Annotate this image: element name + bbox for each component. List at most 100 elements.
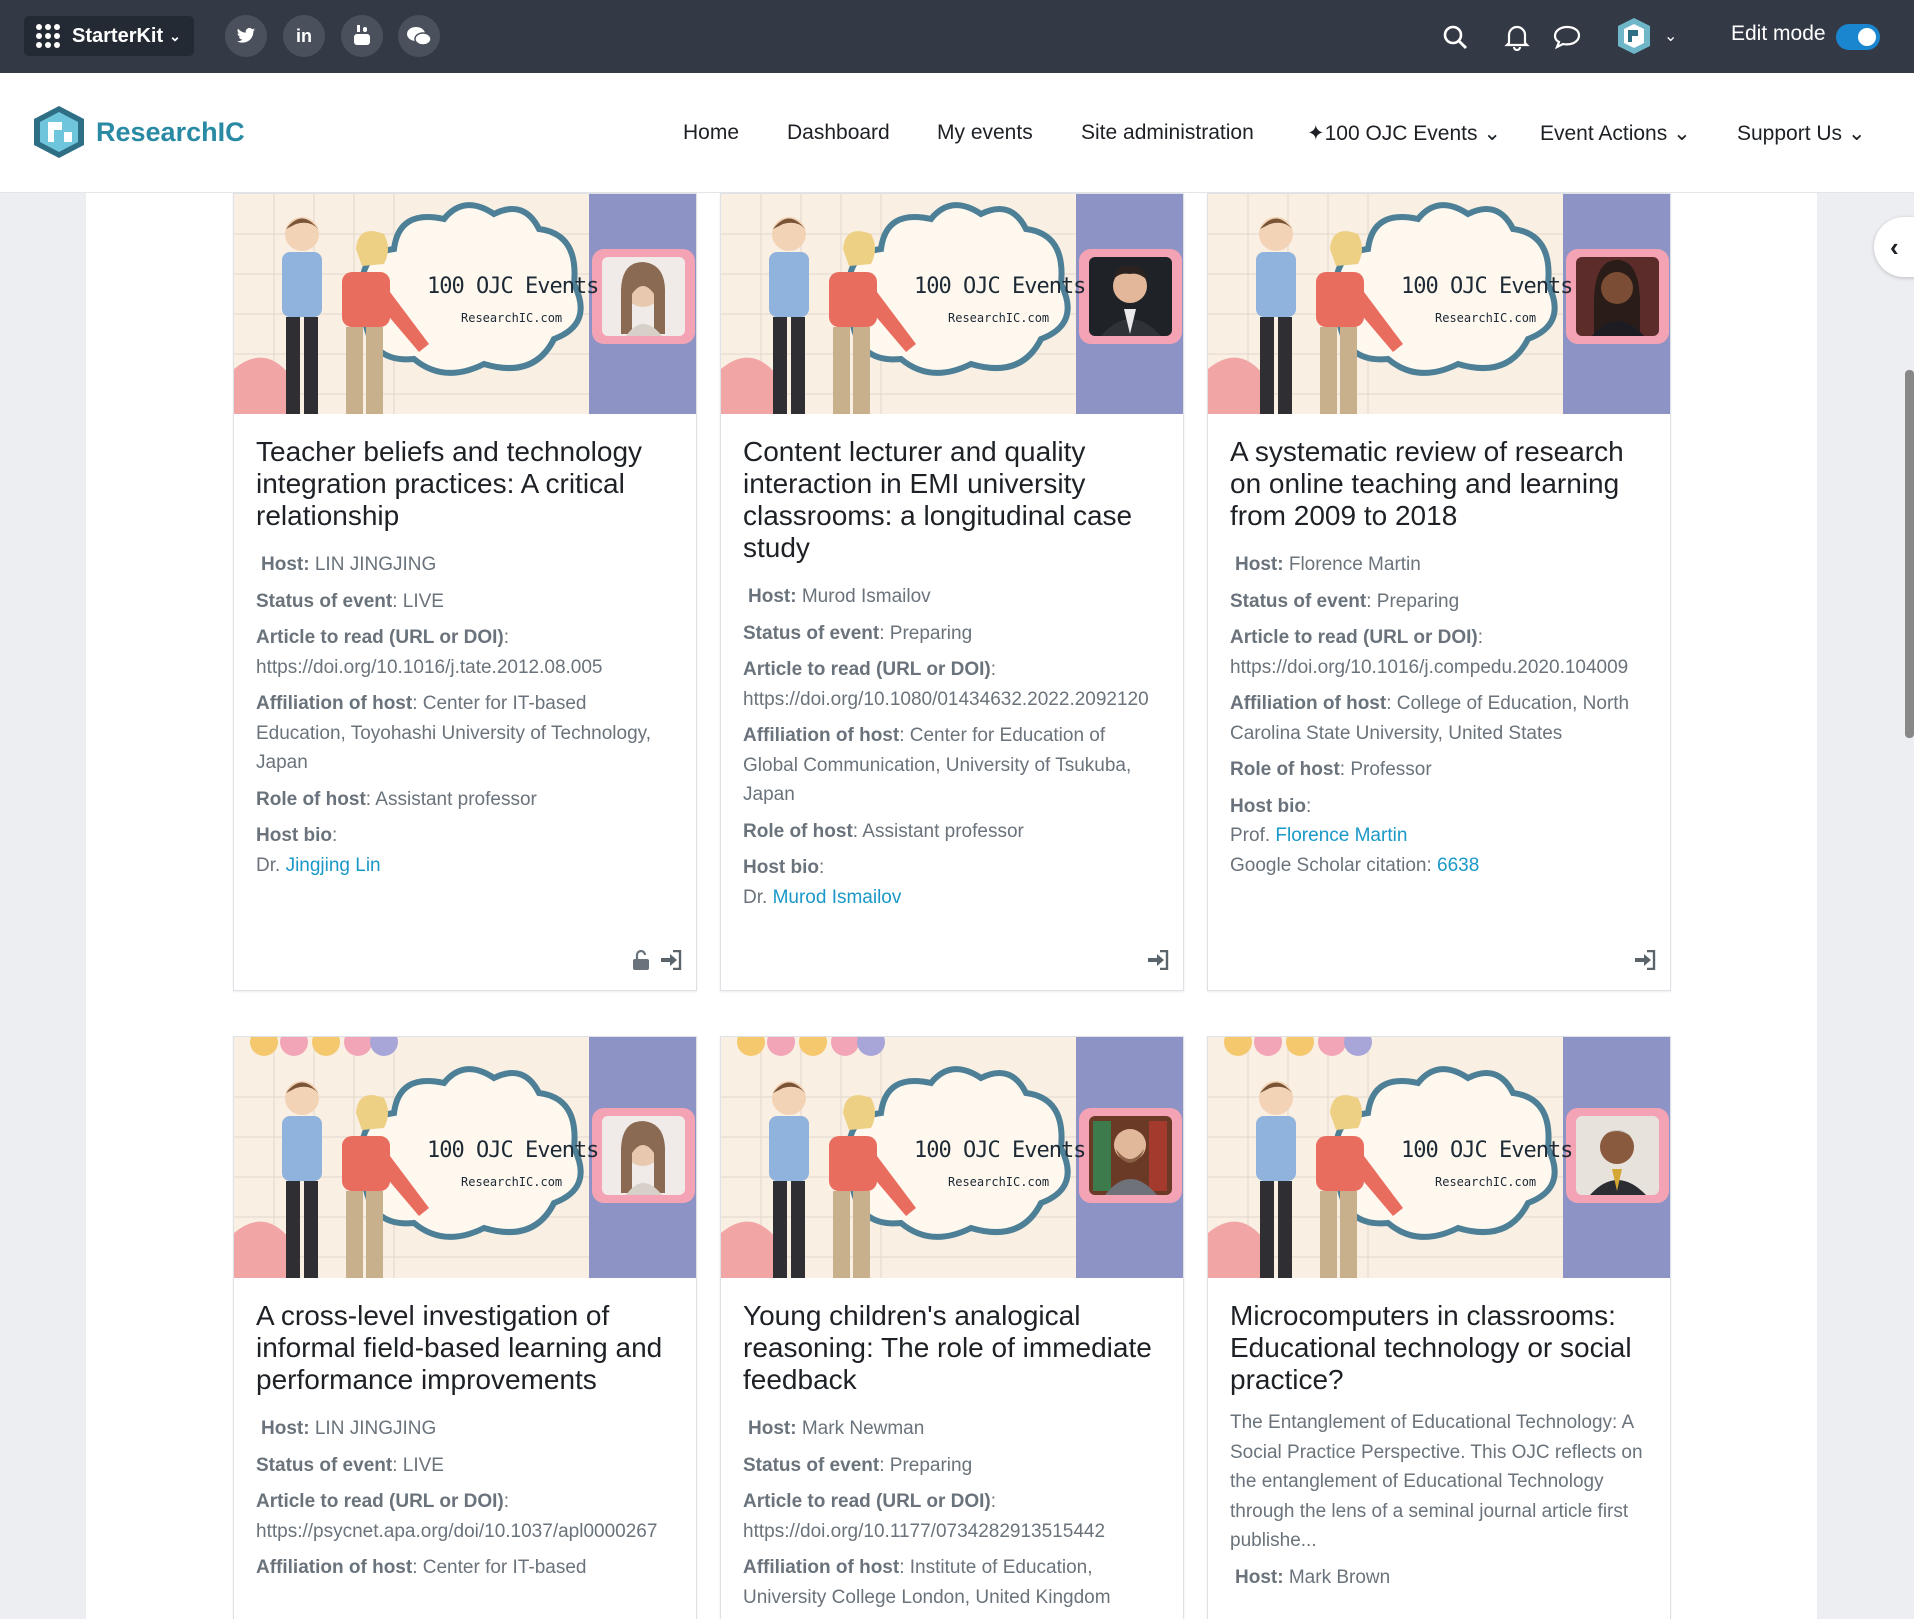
- affiliation-label: Affiliation of host: [1230, 693, 1387, 714]
- event-banner-image: 100 OJC Events ResearchIC.com: [234, 1037, 696, 1278]
- event-status: Status of event: Preparing: [1230, 587, 1648, 617]
- event-banner-title: 100 OJC Events: [914, 274, 1086, 299]
- unlock-icon[interactable]: [632, 950, 650, 970]
- nav-site-administration[interactable]: Site administration: [1081, 121, 1254, 145]
- status-label: Status of event: [743, 622, 880, 644]
- nav-support-us[interactable]: Support Us ⌄: [1737, 121, 1865, 146]
- role-label: Role of host: [256, 788, 366, 810]
- enter-event-icon[interactable]: [660, 950, 682, 970]
- article-value: https://doi.org/10.1177/0734282913515442: [743, 1520, 1106, 1542]
- event-banner-site: ResearchIC.com: [461, 1175, 563, 1189]
- colon: :: [1339, 759, 1346, 780]
- event-affiliation: Affiliation of host: Center for Educatio…: [743, 721, 1161, 810]
- main-navigation: ResearchIC Home Dashboard My events Site…: [0, 73, 1914, 193]
- bio-prefix: Dr.: [256, 854, 281, 876]
- citation-link[interactable]: 6638: [1437, 855, 1479, 876]
- twitter-icon[interactable]: [225, 15, 267, 57]
- colon: :: [1306, 795, 1312, 817]
- chevron-left-icon: ‹: [1890, 231, 1899, 262]
- event-status: Status of event: Preparing: [743, 619, 1161, 649]
- role-label: Role of host: [1230, 759, 1340, 780]
- affiliation-label: Affiliation of host: [256, 693, 413, 714]
- event-banner-image: 100 OJC Events ResearchIC.com: [234, 194, 696, 414]
- event-affiliation: Affiliation of host: College of Educatio…: [1230, 689, 1648, 748]
- messages-icon[interactable]: [1550, 20, 1584, 54]
- event-affiliation: Affiliation of host: Center for IT-based: [256, 1553, 674, 1583]
- article-value: https://psycnet.apa.org/doi/10.1037/apl0…: [256, 1520, 658, 1542]
- status-label: Status of event: [256, 1454, 393, 1476]
- citation-label: Google Scholar citation:: [1230, 854, 1432, 876]
- site-logo[interactable]: ResearchIC: [32, 104, 245, 160]
- linkedin-icon[interactable]: in: [283, 15, 325, 57]
- event-title[interactable]: Content lecturer and quality interaction…: [743, 436, 1161, 564]
- event-title[interactable]: Young children's analogical reasoning: T…: [743, 1300, 1161, 1396]
- status-value: LIVE: [402, 1454, 444, 1476]
- enter-event-icon[interactable]: [1147, 950, 1169, 970]
- host-value: Mark Newman: [801, 1418, 925, 1439]
- event-banner-site: ResearchIC.com: [1435, 1175, 1537, 1189]
- event-title[interactable]: Microcomputers in classrooms: Educationa…: [1230, 1300, 1648, 1396]
- bio-prefix: Prof.: [1230, 825, 1271, 846]
- bell-icon[interactable]: [1500, 20, 1534, 54]
- linkedin-glyph: in: [296, 25, 312, 46]
- event-banner-title: 100 OJC Events: [1401, 274, 1573, 299]
- colon: :: [879, 622, 885, 644]
- host-bio-link[interactable]: Jingjing Lin: [286, 855, 381, 876]
- event-role: Role of host: Assistant professor: [743, 817, 1161, 847]
- user-menu-chevron-icon[interactable]: ⌄: [1664, 26, 1677, 46]
- event-card[interactable]: 100 OJC Events ResearchIC.com A systemat…: [1207, 193, 1671, 991]
- chevron-down-icon: ⌄: [169, 27, 181, 44]
- article-label: Article to read (URL or DOI): [743, 1491, 991, 1512]
- event-affiliation: Affiliation of host: Center for IT-based…: [256, 689, 674, 778]
- youtube-icon[interactable]: [341, 15, 383, 57]
- nav-event-actions[interactable]: Event Actions ⌄: [1540, 121, 1691, 146]
- event-banner-site: ResearchIC.com: [948, 1175, 1050, 1189]
- event-banner-site: ResearchIC.com: [1435, 311, 1537, 325]
- event-status: Status of event: LIVE: [256, 1451, 674, 1481]
- host-label: Host:: [1235, 1566, 1284, 1588]
- colon: :: [990, 1491, 997, 1512]
- host-bio-link[interactable]: Murod Ismailov: [773, 887, 902, 908]
- event-banner-site: ResearchIC.com: [461, 311, 563, 325]
- status-label: Status of event: [1230, 590, 1367, 612]
- status-label: Status of event: [256, 590, 393, 612]
- event-card[interactable]: 100 OJC Events ResearchIC.com Young chil…: [720, 1036, 1184, 1619]
- colon: :: [990, 659, 997, 680]
- affiliation-value: Center for IT-based: [422, 1557, 587, 1578]
- colon: :: [503, 627, 510, 648]
- nav-my-events[interactable]: My events: [937, 121, 1033, 145]
- status-value: Preparing: [889, 1454, 973, 1476]
- event-title[interactable]: A systematic review of research on onlin…: [1230, 436, 1648, 532]
- apps-grid-icon: [36, 24, 60, 48]
- enter-event-icon[interactable]: [1634, 950, 1656, 970]
- app-menu-label: StarterKit: [72, 24, 164, 47]
- event-card[interactable]: 100 OJC Events ResearchIC.com A cross-le…: [233, 1036, 697, 1619]
- event-card[interactable]: 100 OJC Events ResearchIC.com Content le…: [720, 193, 1184, 991]
- event-banner-title: 100 OJC Events: [1401, 1138, 1573, 1163]
- event-card[interactable]: 100 OJC Events ResearchIC.com Teacher be…: [233, 193, 697, 991]
- colon: :: [392, 590, 398, 612]
- colon: :: [819, 857, 825, 878]
- event-title[interactable]: A cross-level investigation of informal …: [256, 1300, 674, 1396]
- nav-100-ojc-events[interactable]: ✦100 OJC Events ⌄: [1307, 121, 1501, 146]
- card-actions: [632, 950, 682, 970]
- colon: :: [503, 1491, 510, 1512]
- event-article: Article to read (URL or DOI): https://doi…: [1230, 623, 1648, 682]
- event-article: Article to read (URL or DOI): https://doi…: [743, 655, 1161, 714]
- host-bio-link[interactable]: Florence Martin: [1275, 825, 1407, 846]
- event-card[interactable]: 100 OJC Events ResearchIC.com Microcompu…: [1207, 1036, 1671, 1619]
- user-avatar[interactable]: [1614, 16, 1654, 56]
- event-host: Host: Mark Brown: [1230, 1563, 1648, 1593]
- nav-home[interactable]: Home: [683, 121, 739, 145]
- event-title[interactable]: Teacher beliefs and technology integrati…: [256, 436, 674, 532]
- event-article: Article to read (URL or DOI): https://doi…: [256, 623, 674, 682]
- search-icon[interactable]: [1438, 20, 1472, 54]
- app-menu-button[interactable]: StarterKit ⌄: [24, 16, 194, 56]
- event-article: Article to read (URL or DOI): https://psy…: [256, 1487, 674, 1546]
- nav-dashboard[interactable]: Dashboard: [787, 121, 890, 145]
- wechat-icon[interactable]: [398, 15, 440, 57]
- host-value: Florence Martin: [1288, 554, 1421, 575]
- status-value: LIVE: [402, 590, 444, 612]
- edit-mode-toggle[interactable]: [1836, 24, 1880, 50]
- scrollbar[interactable]: [1905, 370, 1914, 738]
